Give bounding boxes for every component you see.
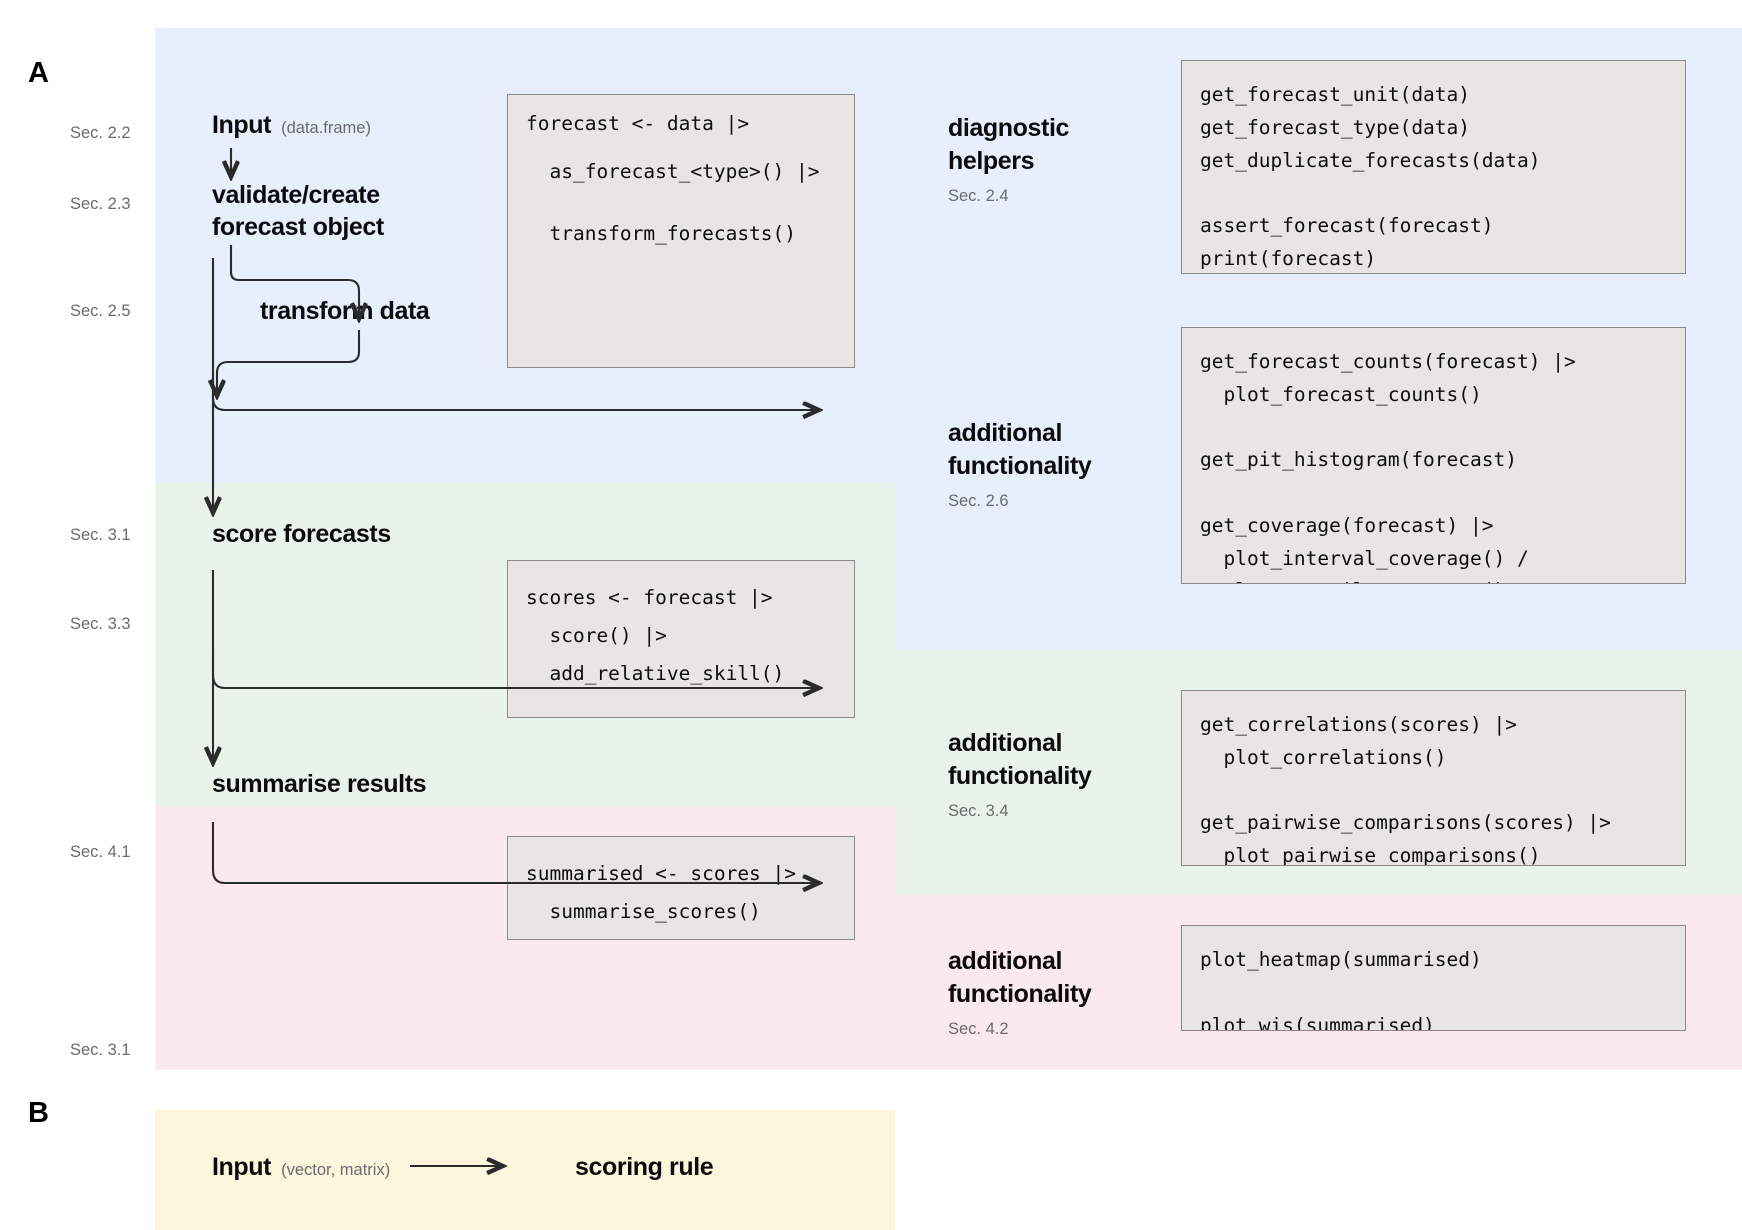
code-line-as-forecast: as_forecast_<type>() |> xyxy=(526,160,820,184)
step-input-sublabel: (data.frame) xyxy=(281,119,371,137)
group-additional-functionality-2-6-title: additional functionality xyxy=(948,419,1092,480)
group-additional-functionality-4-2-sec: Sec. 4.2 xyxy=(948,1020,1009,1038)
sec-label-transform: Sec. 2.5 xyxy=(70,302,131,320)
figure-canvas: A B Sec. 2.2 Sec. 2.3 Sec. 2.5 Sec. 3.1 … xyxy=(0,0,1742,1230)
panel-b-input-sublabel: (vector, matrix) xyxy=(281,1161,391,1179)
code-box-summarise-pipeline: summarised <- scores |> summarise_scores… xyxy=(507,836,855,940)
step-transform-data: transform data xyxy=(260,297,430,325)
sec-label-validate: Sec. 2.3 xyxy=(70,195,131,213)
code-box-diagnostic-helpers: get_forecast_unit(data) get_forecast_typ… xyxy=(1181,60,1686,274)
code-box-forecast-pipeline: forecast <- data |> as_forecast_<type>()… xyxy=(507,94,855,368)
code-box-additional-functionality-2-6: get_forecast_counts(forecast) |> plot_fo… xyxy=(1181,327,1686,584)
code-box-additional-functionality-4-2: plot_heatmap(summarised) plot_wis(summar… xyxy=(1181,925,1686,1031)
panel-b-step-scoring-rule: scoring rule xyxy=(575,1153,714,1181)
step-input: Input (data.frame) xyxy=(212,110,371,142)
group-additional-functionality-3-4: additional functionality Sec. 3.4 xyxy=(948,727,1148,821)
panel-label-b: B xyxy=(28,1097,49,1129)
group-diagnostic-helpers: diagnostic helpers Sec. 2.4 xyxy=(948,112,1148,206)
group-additional-functionality-4-2: additional functionality Sec. 4.2 xyxy=(948,945,1148,1039)
step-summarise-results: summarise results xyxy=(212,770,427,798)
panel-b-input-label: Input xyxy=(212,1153,272,1181)
sec-label-summarise: Sec. 4.1 xyxy=(70,843,131,861)
code-box-additional-functionality-3-4: get_correlations(scores) |> plot_correla… xyxy=(1181,690,1686,866)
group-additional-functionality-2-6: additional functionality Sec. 2.6 xyxy=(948,417,1148,511)
code-line-forecast-assign: forecast <- data |> xyxy=(526,112,750,135)
step-score-forecasts: score forecasts xyxy=(212,520,391,548)
panel-label-a: A xyxy=(28,57,49,89)
group-additional-functionality-3-4-title: additional functionality xyxy=(948,729,1092,790)
step-validate-create-forecast-object: validate/create forecast object xyxy=(212,181,384,241)
group-additional-functionality-3-4-sec: Sec. 3.4 xyxy=(948,802,1009,820)
sec-label-panel-b: Sec. 3.1 xyxy=(70,1041,131,1059)
group-additional-functionality-2-6-sec: Sec. 2.6 xyxy=(948,492,1009,510)
code-box-score-pipeline: scores <- forecast |> score() |> add_rel… xyxy=(507,560,855,718)
group-additional-functionality-4-2-title: additional functionality xyxy=(948,947,1092,1008)
code-line-transform-forecasts: transform_forecasts() xyxy=(526,221,797,245)
sec-label-score-extra: Sec. 3.3 xyxy=(70,615,131,633)
step-input-label: Input xyxy=(212,111,272,139)
panel-b-step-input: Input (vector, matrix) xyxy=(212,1152,390,1184)
group-diagnostic-helpers-title: diagnostic helpers xyxy=(948,114,1070,175)
group-diagnostic-helpers-sec: Sec. 2.4 xyxy=(948,187,1009,205)
sec-label-input: Sec. 2.2 xyxy=(70,124,131,142)
sec-label-score: Sec. 3.1 xyxy=(70,526,131,544)
